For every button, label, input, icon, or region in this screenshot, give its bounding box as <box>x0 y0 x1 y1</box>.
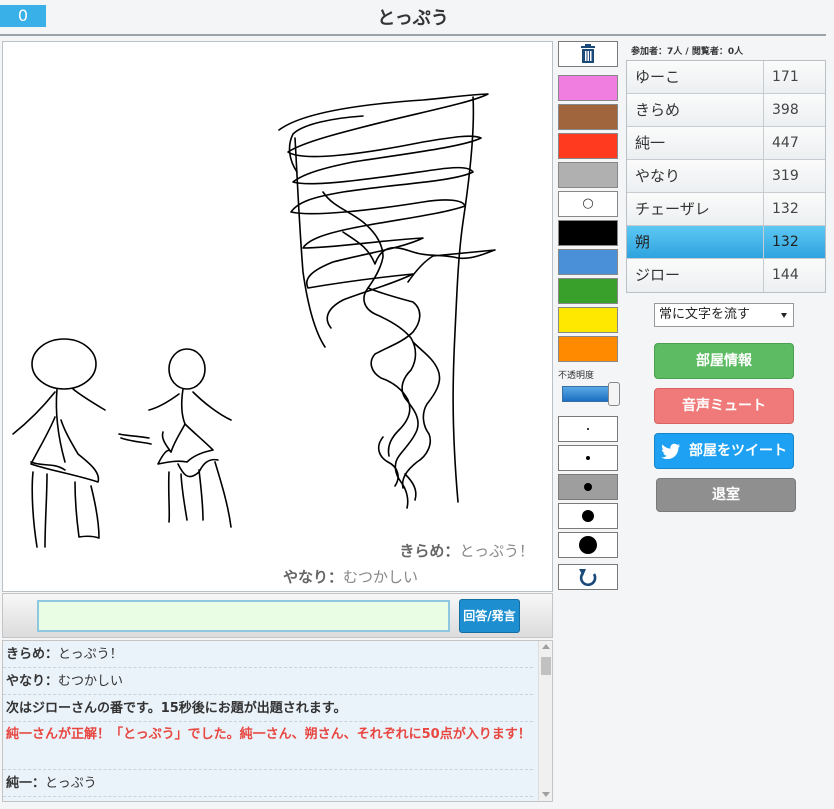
player-row-active: 朔 132 <box>627 226 825 259</box>
player-name: ゆーこ <box>627 61 764 93</box>
submit-answer-button[interactable]: 回答/発言 <box>459 599 520 633</box>
player-row: 純一 447 <box>627 127 825 160</box>
text-stream-select[interactable]: 常に文字を流す <box>654 303 794 327</box>
scroll-up-icon[interactable] <box>542 644 550 649</box>
brush-size-3[interactable] <box>558 474 618 500</box>
drawing-strokes <box>12 93 496 548</box>
undo-icon <box>579 569 597 587</box>
header: 0 とっぷう <box>0 0 826 36</box>
chat-scrollbar[interactable] <box>538 641 552 801</box>
twitter-icon <box>661 443 680 459</box>
slider-track[interactable] <box>562 386 612 402</box>
tweet-room-button[interactable]: 部屋をツイート <box>654 433 794 469</box>
canvas-message: きらめ：とっぷう！ <box>399 540 534 561</box>
trash-icon <box>581 44 595 63</box>
clear-canvas-button[interactable] <box>558 41 618 67</box>
player-score: 132 <box>772 201 799 217</box>
color-swatch-brown[interactable] <box>558 104 618 130</box>
chat-line: やなり：むつかしい <box>3 668 533 695</box>
player-row: チェーザレ 132 <box>627 193 825 226</box>
room-info-button[interactable]: 部屋情報 <box>654 343 794 379</box>
correct-answer-message: 純一さんが正解！「とっぷう」でした。純一さん、朔さん、それぞれに50点が入ります… <box>3 722 533 770</box>
chat-sender: やなり： <box>6 674 59 689</box>
brush-size-4[interactable] <box>558 503 618 529</box>
undo-button[interactable] <box>558 564 618 590</box>
message-sender: やなり： <box>282 568 343 586</box>
player-score: 319 <box>772 168 799 184</box>
chat-text: むつかしい <box>58 674 124 689</box>
chat-sender: きらめ： <box>6 647 59 662</box>
color-swatch-orange[interactable] <box>558 336 618 362</box>
tweet-label: 部屋をツイート <box>689 443 787 459</box>
scroll-thumb[interactable] <box>541 657 551 675</box>
drawing-canvas[interactable]: きらめ：とっぷう！ やなり：むつかしい <box>2 41 553 592</box>
brush-dot-icon <box>587 428 589 430</box>
player-score: 144 <box>772 267 799 283</box>
player-name: やなり <box>627 160 764 192</box>
answer-bar: 回答/発言 <box>2 593 553 638</box>
scroll-down-icon[interactable] <box>542 792 550 797</box>
slider-knob[interactable] <box>608 382 620 406</box>
player-row: きらめ 398 <box>627 94 825 127</box>
message-text: むつかしい <box>342 568 418 586</box>
player-list: ゆーこ 171 きらめ 398 純一 447 やなり 319 チェーザレ 132 朔 132… <box>626 60 826 293</box>
chat-text: とっぷう！ <box>58 647 123 662</box>
player-name: 純一 <box>627 127 764 159</box>
chat-line: きらめ：とっぷう！ <box>3 641 533 668</box>
message-text: とっぷう！ <box>459 542 534 560</box>
player-score: 447 <box>772 135 799 151</box>
mute-audio-button[interactable]: 音声ミュート <box>654 388 794 424</box>
chat-line: 純一：とっぷう <box>3 770 533 797</box>
opacity-slider[interactable] <box>562 382 620 406</box>
color-swatch-pink[interactable] <box>558 75 618 101</box>
brush-dot-icon <box>584 483 592 491</box>
player-score: 171 <box>772 69 799 85</box>
color-swatch-white[interactable]: ○ <box>558 191 618 217</box>
canvas-message: やなり：むつかしい <box>283 566 418 587</box>
player-name: ジロー <box>627 259 764 292</box>
brush-size-1[interactable] <box>558 416 618 442</box>
color-swatch-blue[interactable] <box>558 249 618 275</box>
message-sender: きらめ： <box>399 542 460 560</box>
brush-dot-icon <box>586 456 590 460</box>
select-value: 常に文字を流す <box>659 307 751 322</box>
chevron-down-icon <box>781 313 787 318</box>
brush-dot-icon <box>579 536 597 554</box>
brush-size-5[interactable] <box>558 532 618 558</box>
color-swatch-green[interactable] <box>558 278 618 304</box>
player-score: 132 <box>772 234 799 250</box>
system-message: 次はジローさんの番です。15秒後にお題が出題されます。 <box>3 695 533 722</box>
chat-sender: 純一： <box>6 776 46 791</box>
brush-size-2[interactable] <box>558 445 618 471</box>
player-name: 朔 <box>627 226 764 258</box>
player-row: ゆーこ 171 <box>627 61 825 94</box>
player-name: きらめ <box>627 94 764 126</box>
room-stats: 参加者：7人 / 閲覧者：0人 <box>631 47 744 57</box>
player-name: チェーザレ <box>627 193 764 225</box>
color-swatch-black[interactable] <box>558 220 618 246</box>
exit-room-button[interactable]: 退室 <box>656 478 796 512</box>
player-row: ジロー 144 <box>627 259 825 292</box>
chat-text: とっぷう <box>45 776 97 791</box>
player-row: やなり 319 <box>627 160 825 193</box>
brush-dot-icon <box>582 510 594 522</box>
page-title: とっぷう <box>377 8 449 29</box>
player-score: 398 <box>772 102 799 118</box>
color-swatch-red[interactable] <box>558 133 618 159</box>
color-swatch-yellow[interactable] <box>558 307 618 333</box>
opacity-label: 不透明度 <box>558 371 595 381</box>
chat-log[interactable]: きらめ：とっぷう！ やなり：むつかしい 次はジローさんの番です。15秒後にお題が… <box>2 640 553 802</box>
color-swatch-gray[interactable] <box>558 162 618 188</box>
answer-input[interactable] <box>37 600 450 632</box>
